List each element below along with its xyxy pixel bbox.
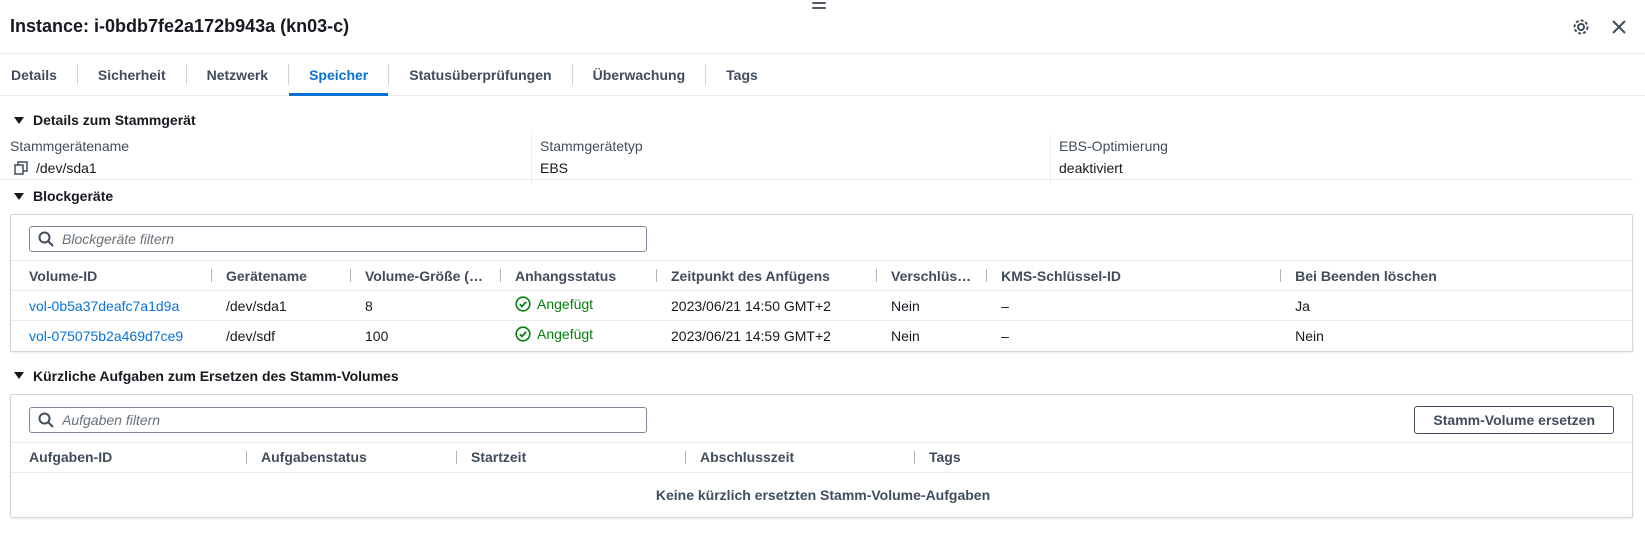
delete-on-termination-cell: Nein [1295,327,1324,344]
tab-tags[interactable]: Tags [706,54,778,95]
empty-state-text: Keine kürzlich ersetzten Stamm-Volume-Au… [655,486,991,503]
copy-icon[interactable] [14,161,28,175]
close-icon[interactable] [1609,17,1629,37]
gear-icon[interactable] [1571,17,1591,37]
root-device-section-title: Details zum Stammgerät [33,112,196,128]
replace-root-volume-button[interactable]: Stamm-Volume ersetzen [1414,405,1614,434]
column-header[interactable]: Bei Beenden löschen [1280,260,1632,291]
tab-storage[interactable]: Speicher [289,54,389,96]
check-circle-icon [515,326,531,342]
volume-id-link[interactable]: vol-075075b2a469d7ce9 [29,328,183,344]
attach-time-cell: 2023/06/21 14:59 GMT+2 [671,327,831,344]
ebs-optimization-value: deaktiviert [1059,160,1123,176]
attachment-status-text: Angefügt [537,296,594,312]
replace-tasks-section-title: Kürzliche Aufgaben zum Ersetzen des Stam… [33,367,399,384]
table-row: vol-0b5a37deafc7a1d9a /dev/sda1 8 Angefü… [11,290,1632,321]
column-header[interactable]: Zeitpunkt des Anfügens [656,260,876,291]
tasks-filter-input[interactable] [62,411,622,428]
column-header[interactable]: Aufgaben-ID [11,441,246,473]
block-devices-table: Volume-ID Gerätename Volume-Größe (… Anh… [11,260,1632,351]
block-devices-filter-input[interactable] [62,231,622,247]
column-header[interactable]: Verschlüs… [876,260,987,291]
tab-bar: Details Sicherheit Netzwerk Speicher Sta… [0,54,1645,96]
block-devices-section-title: Blockgeräte [33,188,114,204]
kms-key-cell: – [1001,327,1009,344]
check-circle-icon [515,296,531,312]
tab-details[interactable]: Details [0,54,77,95]
attachment-status-text: Angefügt [537,326,594,343]
page-title: Instance: i-0bdb7fe2a172b943a (kn03-c) [10,16,350,36]
replace-tasks-table: Aufgaben-ID Aufgabenstatus Startzeit Abs… [11,441,1632,518]
block-devices-section-toggle[interactable]: Blockgeräte [0,182,1645,210]
column-header[interactable]: Abschlusszeit [685,441,914,473]
kms-key-cell: – [986,290,1281,321]
tab-status-checks[interactable]: Statusüberprüfungen [389,54,571,95]
root-device-details: Stammgerätename /dev/sda1 Stammgerätetyp… [0,134,1633,184]
device-name-cell: /dev/sda1 [211,290,350,321]
root-device-name-value: /dev/sda1 [36,160,97,176]
empty-state-row: Keine kürzlich ersetzten Stamm-Volume-Au… [11,472,1632,517]
replace-tasks-table-container: Stamm-Volume ersetzen Aufgaben-ID Aufgab… [10,393,1633,518]
tab-security[interactable]: Sicherheit [78,54,186,95]
column-header[interactable]: Tags [914,441,1632,473]
block-devices-table-container: Volume-ID Gerätename Volume-Größe (… Anh… [10,214,1633,352]
root-device-type-value: EBS [540,160,569,176]
table-row: vol-075075b2a469d7ce9 /dev/sdf 100 Angef… [11,321,1632,351]
drag-handle-icon[interactable] [812,2,826,14]
tab-network[interactable]: Netzwerk [187,54,288,95]
attachment-status: Angefügt [515,326,593,342]
encrypted-cell: Nein [891,327,920,344]
volume-size-cell: 100 [365,327,389,344]
replace-tasks-section-toggle[interactable]: Kürzliche Aufgaben zum Ersetzen des Stam… [0,362,1645,390]
tab-monitoring[interactable]: Überwachung [573,54,706,95]
delete-on-termination-cell: Ja [1280,290,1632,321]
root-device-type-label: Stammgerätetyp [540,138,643,154]
ebs-optimization-label: EBS-Optimierung [1059,138,1168,154]
volume-id-link[interactable]: vol-0b5a37deafc7a1d9a [29,298,179,314]
column-header[interactable]: KMS-Schlüssel-ID [986,260,1281,291]
column-header[interactable]: Aufgabenstatus [246,441,456,473]
column-header[interactable]: Gerätename [211,260,350,291]
encrypted-cell: Nein [876,290,987,321]
search-icon [38,231,54,247]
volume-size-cell: 8 [350,290,500,321]
caret-down-icon [14,116,24,124]
device-name-cell: /dev/sdf [226,327,276,344]
attach-time-cell: 2023/06/21 14:50 GMT+2 [656,290,876,321]
block-devices-filter[interactable] [29,226,647,252]
column-header[interactable]: Startzeit [456,441,685,473]
root-device-name-label: Stammgerätename [10,138,130,154]
root-device-section-toggle[interactable]: Details zum Stammgerät [0,106,1645,134]
tasks-filter[interactable] [29,406,647,433]
column-header[interactable]: Volume-Größe (… [350,260,500,291]
search-icon [38,412,54,428]
attachment-status: Angefügt [515,296,593,312]
column-header[interactable]: Anhangsstatus [500,260,656,291]
caret-down-icon [14,372,24,379]
caret-down-icon [14,192,24,200]
column-header[interactable]: Volume-ID [11,260,211,291]
